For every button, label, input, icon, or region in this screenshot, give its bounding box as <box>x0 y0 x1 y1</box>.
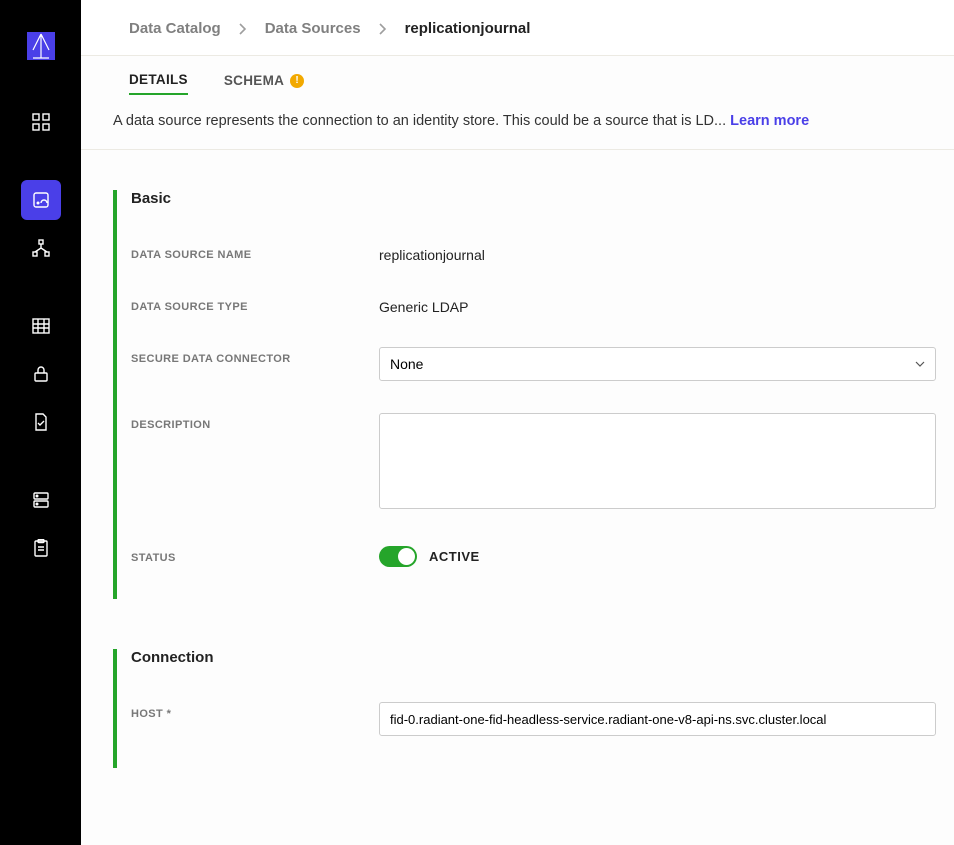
app-logo[interactable] <box>25 30 57 62</box>
tab-schema[interactable]: SCHEMA ! <box>224 73 304 94</box>
row-data-source-type: DATA SOURCE TYPE Generic LDAP <box>131 295 936 315</box>
toggle-knob <box>398 548 415 565</box>
nav-dashboard[interactable] <box>21 102 61 142</box>
nav-tasks[interactable] <box>21 528 61 568</box>
nav-hierarchy[interactable] <box>21 228 61 268</box>
tab-bar: DETAILS SCHEMA ! <box>81 56 954 95</box>
tab-schema-label: SCHEMA <box>224 73 284 88</box>
server-icon <box>32 491 50 509</box>
table-icon <box>32 317 50 335</box>
warning-badge-icon: ! <box>290 74 304 88</box>
nav-documents[interactable] <box>21 402 61 442</box>
value-data-source-type: Generic LDAP <box>379 295 468 315</box>
host-input[interactable] <box>379 702 936 736</box>
breadcrumb: Data Catalog Data Sources replicationjou… <box>81 0 954 56</box>
status-toggle[interactable] <box>379 546 417 567</box>
row-description: DESCRIPTION <box>131 413 936 514</box>
section-basic: Basic DATA SOURCE NAME replicationjourna… <box>113 190 936 599</box>
label-secure-data-connector: SECURE DATA CONNECTOR <box>131 347 379 365</box>
description-row: A data source represents the connection … <box>81 95 954 150</box>
grid-icon <box>32 113 50 131</box>
section-connection: Connection HOST * <box>113 649 936 768</box>
main-content: Data Catalog Data Sources replicationjou… <box>81 0 954 845</box>
sidebar <box>0 0 81 845</box>
catalog-icon <box>32 191 50 209</box>
row-data-source-name: DATA SOURCE NAME replicationjournal <box>131 243 936 263</box>
description-textarea[interactable] <box>379 413 936 509</box>
lock-icon <box>32 365 50 383</box>
status-value: ACTIVE <box>429 549 480 564</box>
content-area: Basic DATA SOURCE NAME replicationjourna… <box>81 150 954 845</box>
tab-details-label: DETAILS <box>129 72 188 87</box>
value-data-source-name: replicationjournal <box>379 243 485 263</box>
breadcrumb-current: replicationjournal <box>405 20 531 37</box>
secure-data-connector-value: None <box>390 356 423 372</box>
row-status: STATUS ACTIVE <box>131 546 936 567</box>
breadcrumb-root[interactable]: Data Catalog <box>129 20 221 37</box>
label-data-source-name: DATA SOURCE NAME <box>131 243 379 261</box>
label-status: STATUS <box>131 546 379 564</box>
row-secure-data-connector: SECURE DATA CONNECTOR None <box>131 347 936 381</box>
description-text: A data source represents the connection … <box>113 113 730 129</box>
tab-details[interactable]: DETAILS <box>129 72 188 95</box>
clipboard-icon <box>32 539 50 557</box>
breadcrumb-mid[interactable]: Data Sources <box>265 20 361 37</box>
secure-data-connector-select[interactable]: None <box>379 347 936 381</box>
nav-data-catalog[interactable] <box>21 180 61 220</box>
nav-servers[interactable] <box>21 480 61 520</box>
document-check-icon <box>32 413 50 431</box>
label-host: HOST * <box>131 702 379 720</box>
row-host: HOST * <box>131 702 936 736</box>
learn-more-link[interactable]: Learn more <box>730 113 809 129</box>
section-connection-title: Connection <box>131 649 936 666</box>
chevron-down-icon <box>915 361 925 367</box>
label-description: DESCRIPTION <box>131 413 379 431</box>
section-basic-title: Basic <box>131 190 936 207</box>
hierarchy-icon <box>32 239 50 257</box>
nav-security[interactable] <box>21 354 61 394</box>
nav-tables[interactable] <box>21 306 61 346</box>
chevron-right-icon <box>379 23 387 35</box>
chevron-right-icon <box>239 23 247 35</box>
label-data-source-type: DATA SOURCE TYPE <box>131 295 379 313</box>
